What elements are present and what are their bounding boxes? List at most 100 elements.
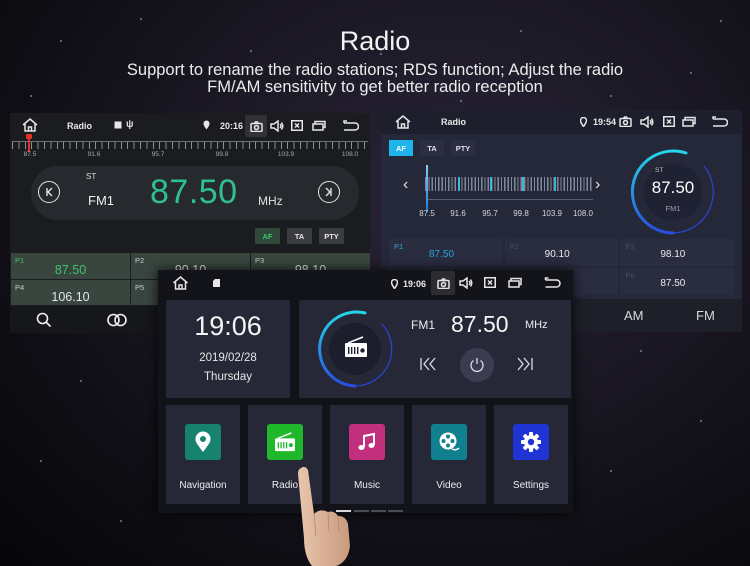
next-station-button[interactable] xyxy=(516,356,534,377)
preset-p4[interactable]: P4 106.10 xyxy=(11,279,130,305)
frequency-value: 87.50 xyxy=(651,178,695,197)
location-icon xyxy=(203,120,210,130)
pty-button[interactable]: PTY xyxy=(451,140,475,156)
radio-icon xyxy=(267,424,303,460)
loop-icon[interactable] xyxy=(106,313,128,332)
skip-next-icon xyxy=(517,357,533,371)
back-icon[interactable] xyxy=(343,120,359,131)
back-icon[interactable] xyxy=(544,277,561,288)
skip-previous-icon xyxy=(420,357,436,371)
tuning-needle[interactable] xyxy=(426,165,428,212)
scale-tick-label: 108.0 xyxy=(341,151,359,158)
preset-p1[interactable]: P1 87.50 xyxy=(389,239,503,266)
scale-tick-label: 99.8 xyxy=(513,209,529,218)
scale-tick-label: 87.5 xyxy=(23,151,37,158)
af-button[interactable]: AF xyxy=(255,228,280,244)
am-button[interactable]: AM xyxy=(624,308,644,323)
power-button[interactable] xyxy=(460,348,494,382)
app-video[interactable]: Video xyxy=(412,405,486,504)
status-time: 19:54 xyxy=(593,117,617,127)
recent-apps-icon[interactable] xyxy=(312,120,326,131)
scale-major-tick xyxy=(522,177,524,191)
scale-tick-label: 103.9 xyxy=(277,151,295,158)
radio-widget[interactable]: FM1 87.50 MHz xyxy=(299,300,571,398)
status-time: 20:16 xyxy=(220,121,244,131)
seek-next-button[interactable] xyxy=(318,181,340,203)
status-bar: 19:06 xyxy=(158,270,573,296)
close-app-icon[interactable] xyxy=(484,277,496,288)
page-subtitle: Support to rename the radio stations; RD… xyxy=(0,62,750,96)
location-icon xyxy=(391,279,398,289)
film-reel-icon xyxy=(431,424,467,460)
volume-icon[interactable] xyxy=(459,277,473,289)
home-icon[interactable] xyxy=(172,276,189,290)
app-settings[interactable]: Settings xyxy=(494,405,568,504)
scale-tick-label: 87.5 xyxy=(419,209,435,218)
preset-p3[interactable]: P3 98.10 xyxy=(620,239,734,266)
volume-icon[interactable] xyxy=(640,116,654,128)
seek-previous-icon xyxy=(46,187,53,197)
ta-button[interactable]: TA xyxy=(287,228,312,244)
screenshot-icon[interactable] xyxy=(245,115,267,137)
scale-tick-label: 91.6 xyxy=(450,209,466,218)
close-app-icon[interactable] xyxy=(663,116,675,127)
preset-p2[interactable]: P2 90.10 xyxy=(504,239,619,266)
clock-date: 2019/02/28 xyxy=(199,352,257,364)
usb-icon: ψ xyxy=(126,119,134,130)
status-time: 19:06 xyxy=(403,279,427,289)
band-label: FM1 xyxy=(88,193,114,208)
preset-p1[interactable]: P1 87.50 xyxy=(11,253,130,279)
recent-apps-icon[interactable] xyxy=(682,116,696,127)
preset-label: P2 xyxy=(509,242,519,251)
screenshot-icon[interactable] xyxy=(431,271,455,295)
frequency-value: 87.50 xyxy=(150,173,238,211)
recent-apps-icon[interactable] xyxy=(508,277,522,288)
frequency-scale[interactable] xyxy=(425,177,593,191)
ta-button[interactable]: TA xyxy=(420,140,444,156)
status-bar: Radio 19:54 xyxy=(381,110,742,134)
scale-tick-label: 99.8 xyxy=(215,151,229,158)
radio-band: FM1 xyxy=(411,318,435,332)
radio-icon xyxy=(345,336,367,357)
preset-label: P5 xyxy=(135,282,145,292)
preset-label: P6 xyxy=(625,271,635,280)
preset-value: 106.10 xyxy=(51,289,90,304)
pointing-hand-illustration xyxy=(298,466,350,566)
preset-value: 87.50 xyxy=(660,278,686,289)
tune-up-button[interactable]: › xyxy=(595,176,600,194)
image-icon xyxy=(114,121,122,129)
page-indicator-4[interactable] xyxy=(388,510,403,512)
preset-label: P3 xyxy=(625,242,635,251)
music-note-icon xyxy=(349,424,385,460)
clock-time: 19:06 xyxy=(194,311,262,341)
af-button[interactable]: AF xyxy=(389,140,413,156)
preset-label: P1 xyxy=(394,242,404,251)
page-title: Radio xyxy=(339,26,411,56)
clock-weekday: Thursday xyxy=(204,371,252,383)
app-label: Navigation xyxy=(179,480,227,491)
subtitle-line-2: FM/AM sensitivity to get better radio re… xyxy=(207,78,543,96)
home-icon[interactable] xyxy=(22,118,38,132)
search-icon[interactable] xyxy=(36,312,52,333)
volume-icon[interactable] xyxy=(270,120,284,132)
tuning-needle[interactable] xyxy=(26,134,32,152)
scale-major-tick xyxy=(458,177,460,191)
gear-icon xyxy=(513,424,549,460)
preset-p6[interactable]: P6 87.50 xyxy=(620,268,734,295)
tune-down-button[interactable]: ‹ xyxy=(403,176,408,194)
screenshot-icon[interactable] xyxy=(619,116,632,127)
stereo-indicator: ST xyxy=(655,167,664,174)
scale-tick-label: 108.0 xyxy=(572,209,594,218)
seek-previous-button[interactable] xyxy=(38,181,60,203)
close-app-icon[interactable] xyxy=(291,120,303,131)
app-title: Radio xyxy=(441,117,467,127)
preset-value: 87.50 xyxy=(54,263,87,277)
app-navigation[interactable]: Navigation xyxy=(166,405,240,504)
pty-button[interactable]: PTY xyxy=(319,228,344,244)
home-icon[interactable] xyxy=(395,115,411,129)
fm-button[interactable]: FM xyxy=(696,308,715,323)
clock-widget[interactable]: 19:06 2019/02/28 Thursday xyxy=(166,300,290,398)
previous-station-button[interactable] xyxy=(419,356,437,377)
back-icon[interactable] xyxy=(712,116,728,127)
frequency-ruler[interactable] xyxy=(12,141,368,149)
